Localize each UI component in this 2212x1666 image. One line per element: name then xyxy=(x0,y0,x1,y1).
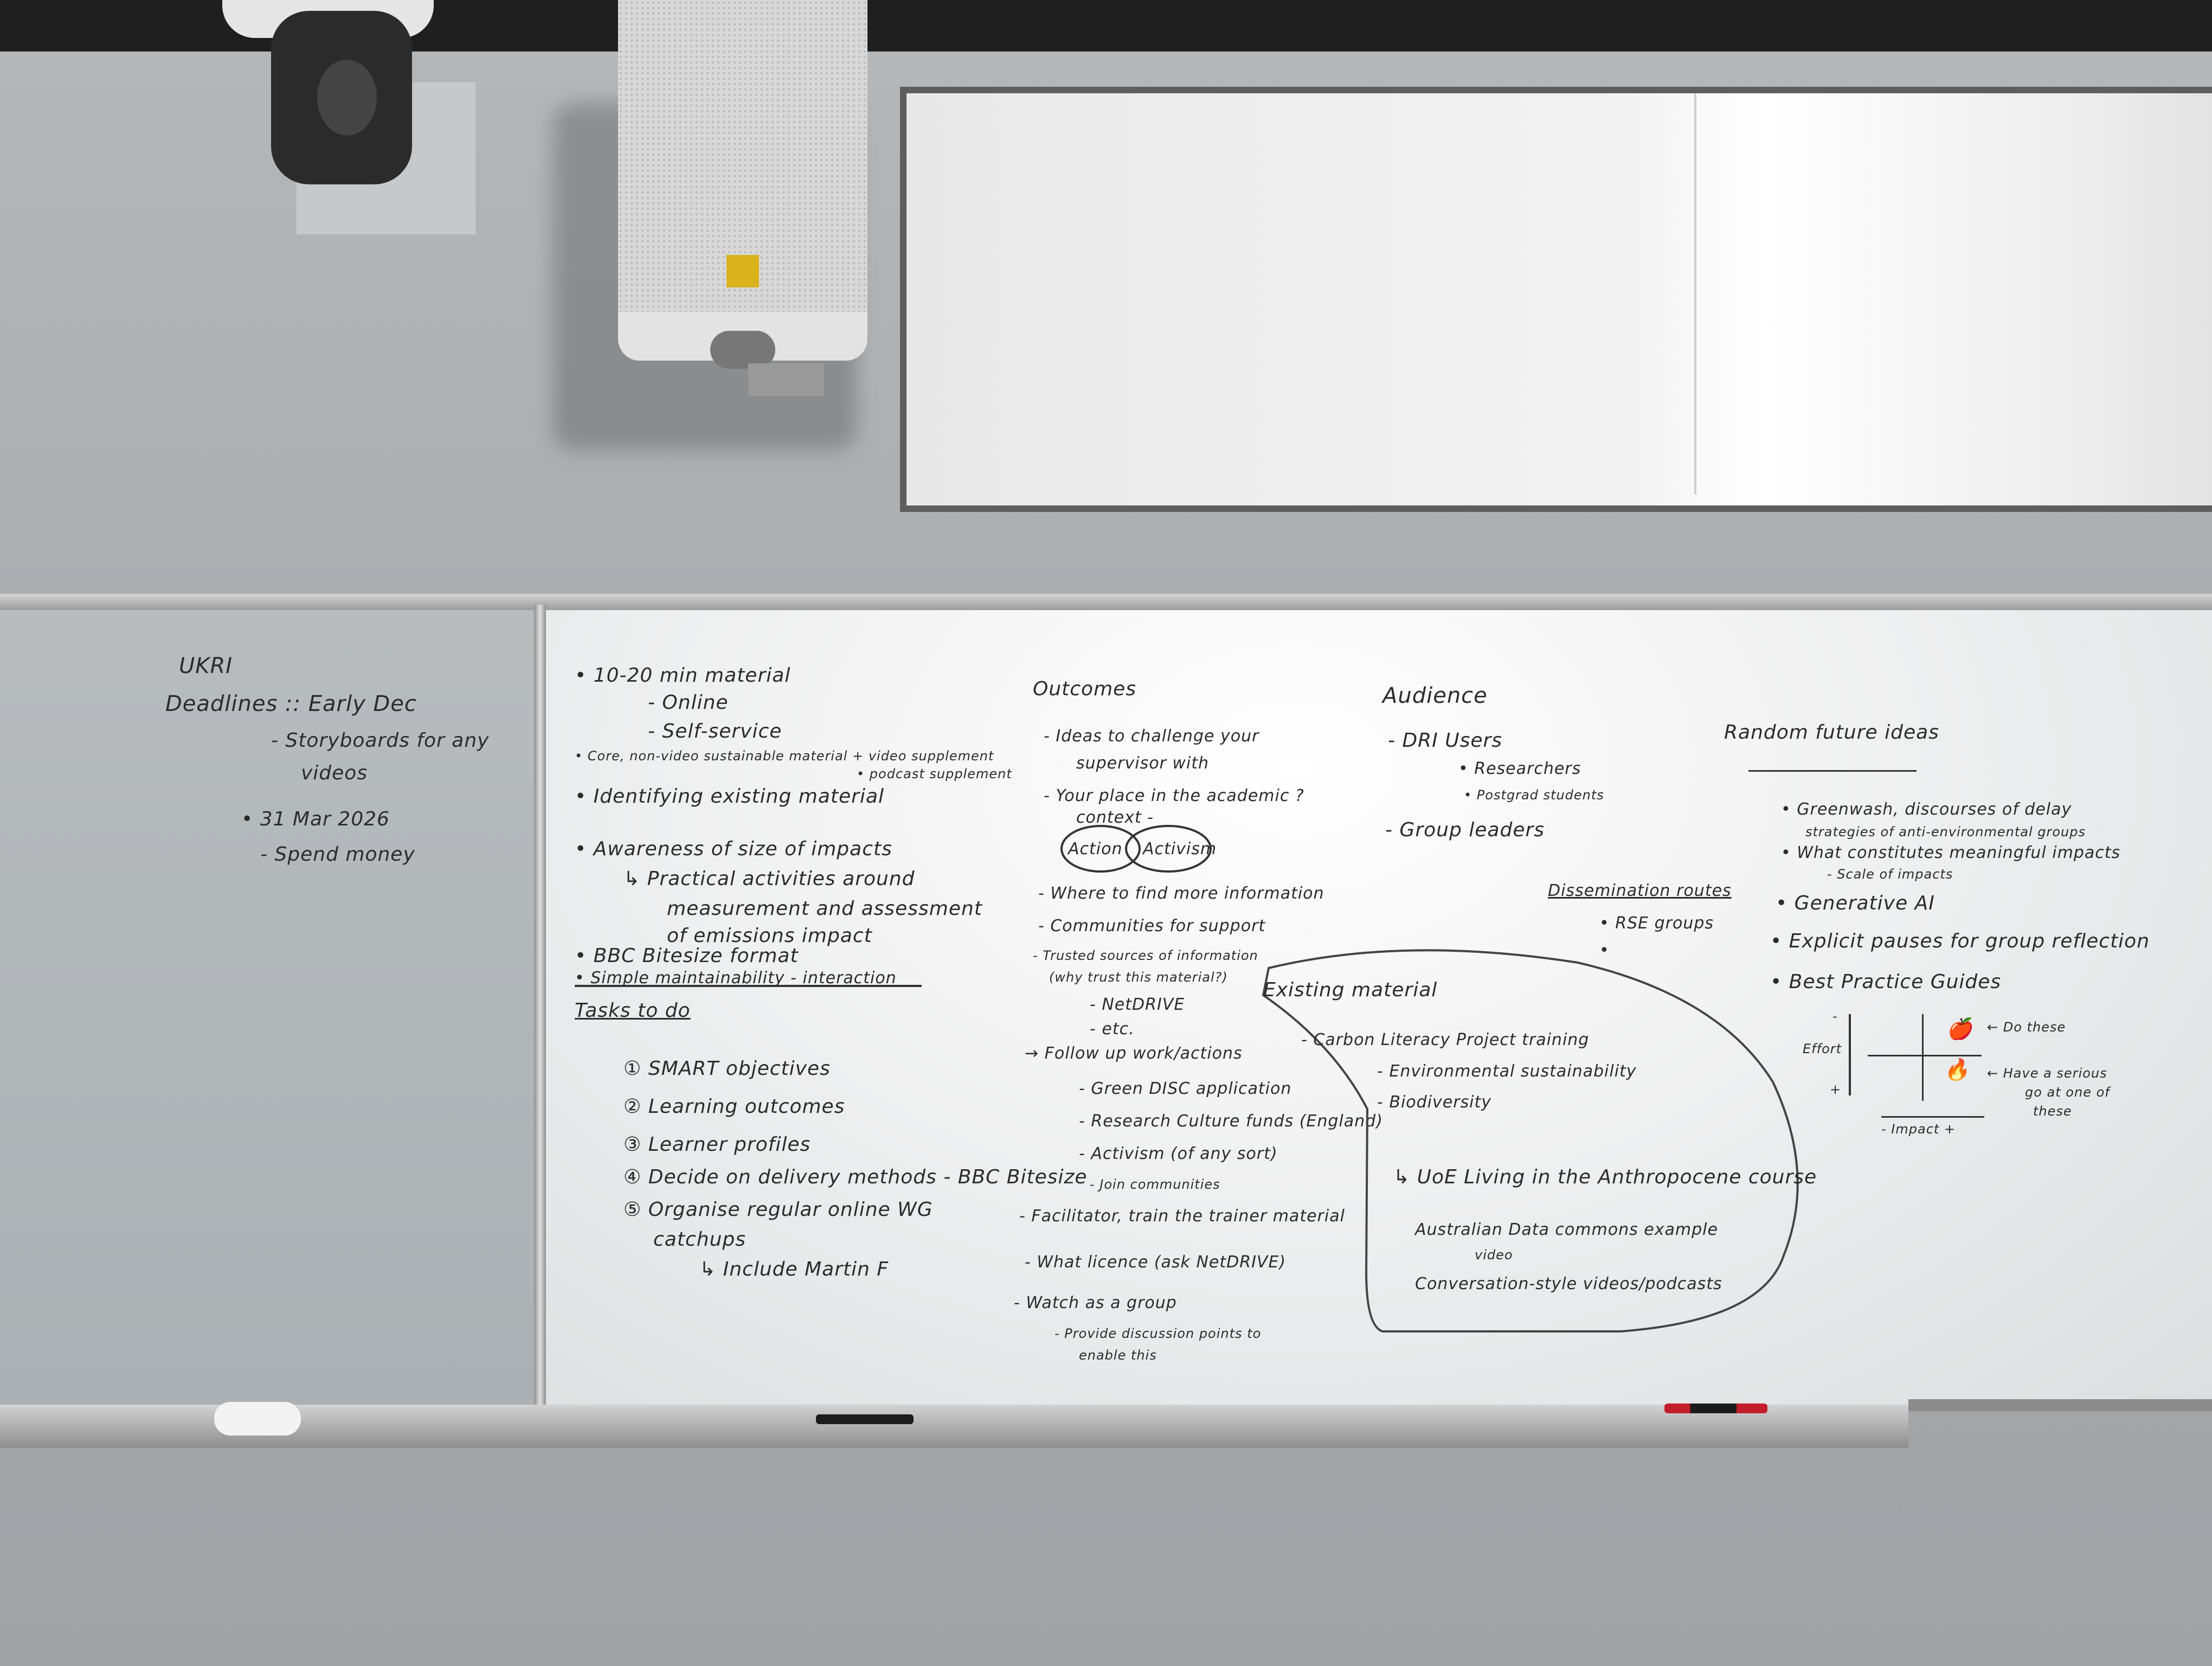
c2-activism: Activism xyxy=(1143,840,1217,858)
c4-these: these xyxy=(2033,1104,2072,1119)
c1-task-5b: catchups xyxy=(653,1228,747,1251)
c1-task-5c: ↳ Include Martin F xyxy=(699,1258,889,1280)
c3-uoe: ↳ UoE Living in the Anthropocene course xyxy=(1393,1166,1817,1188)
marker-tray-end xyxy=(1908,1399,2212,1411)
c3-environmental: - Environmental sustainability xyxy=(1377,1062,1637,1081)
c1-bbc: • BBC Bitesize format xyxy=(575,945,799,967)
c4-title: Random future ideas xyxy=(1724,721,1939,744)
matrix-vertical-axis xyxy=(1849,1014,1851,1095)
c4-meaningful: • What constitutes meaningful impacts xyxy=(1781,843,2121,862)
c1-podcast: • podcast supplement xyxy=(857,766,1012,781)
c2-item-12: → Follow up work/actions xyxy=(1025,1044,1243,1063)
c4-impact: - Impact + xyxy=(1881,1122,1956,1137)
left-spend: - Spend money xyxy=(260,843,415,866)
c1-task-4: ④ Decide on delivery methods - BBC Bites… xyxy=(623,1166,1088,1188)
c1-practical: ↳ Practical activities around xyxy=(623,868,915,890)
red-marker[interactable] xyxy=(1664,1404,1767,1413)
c3-group-leaders: - Group leaders xyxy=(1385,819,1545,841)
c3-video: video xyxy=(1475,1247,1513,1263)
c1-online: - Online xyxy=(648,691,729,714)
c1-measurement: measurement and assessment xyxy=(667,898,982,920)
classroom-wall-photo: UKRI Deadlines :: Early Dec - Storyboard… xyxy=(0,0,2212,1666)
c4-have-serious: ← Have a serious xyxy=(1987,1066,2107,1081)
c4-pauses: • Explicit pauses for group reflection xyxy=(1770,930,2150,952)
acoustic-panel xyxy=(900,87,2212,512)
c1-material: • 10-20 min material xyxy=(575,664,791,687)
c4-greenwash: • Greenwash, discourses of delay xyxy=(1781,800,2072,819)
c1-task-3: ③ Learner profiles xyxy=(623,1133,811,1156)
c2-action: Action xyxy=(1068,840,1123,858)
c2-item-0: - Ideas to challenge your xyxy=(1044,727,1259,746)
c1-task-1: ① SMART objectives xyxy=(623,1058,831,1080)
c2-item-2: - Your place in the academic ? xyxy=(1044,786,1304,805)
c3-conversation: Conversation-style videos/podcasts xyxy=(1415,1274,1722,1293)
c4-plus: + xyxy=(1830,1082,1842,1097)
c3-researchers: • Researchers xyxy=(1458,759,1581,778)
c3-postgrads: • Postgrad students xyxy=(1464,787,1604,803)
matrix-vertical-divider xyxy=(1922,1014,1924,1101)
c4-effort: Effort xyxy=(1803,1041,1842,1056)
c1-task-2: ② Learning outcomes xyxy=(623,1095,845,1118)
matrix-impact-axis xyxy=(1881,1116,1984,1118)
camera-lens xyxy=(317,60,377,136)
c2-item-20: - Provide discussion points to xyxy=(1054,1326,1262,1341)
whiteboard-top-rail xyxy=(0,594,2212,610)
left-deadlines: Deadlines :: Early Dec xyxy=(165,691,417,716)
c2-item-9: (why trust this material?) xyxy=(1049,970,1228,985)
c1-task-5: ⑤ Organise regular online WG xyxy=(623,1199,933,1221)
c3-title: Audience xyxy=(1382,683,1488,708)
left-ukri: UKRI xyxy=(179,653,233,678)
c2-item-7: - Communities for support xyxy=(1038,917,1266,935)
c4-guides: • Best Practice Guides xyxy=(1770,971,2002,993)
c4-title-underline xyxy=(1748,770,1917,772)
speaker-bracket xyxy=(748,363,824,396)
c2-item-11: - etc. xyxy=(1090,1020,1135,1039)
whiteboard-divider xyxy=(534,605,546,1405)
c2-item-16: - Join communities xyxy=(1090,1177,1220,1192)
c2-item-8: - Trusted sources of information xyxy=(1033,948,1258,963)
c1-core: • Core, non-video sustainable material +… xyxy=(575,748,994,764)
matrix-horizontal-divider xyxy=(1868,1055,1982,1056)
c1-tasks-title: Tasks to do xyxy=(575,999,691,1022)
c4-scale: - Scale of impacts xyxy=(1827,867,1953,882)
c2-item-10: - NetDRIVE xyxy=(1090,995,1185,1014)
c3-carbon: - Carbon Literacy Project training xyxy=(1301,1030,1590,1049)
c4-minus: - xyxy=(1832,1009,1838,1024)
c1-emissions: of emissions impact xyxy=(667,925,872,947)
c3-existing-title: Existing material xyxy=(1263,979,1438,1001)
c3-dissemination: Dissemination routes xyxy=(1548,881,1732,900)
c4-go-at: go at one of xyxy=(2025,1085,2110,1100)
c1-identifying: • Identifying existing material xyxy=(575,785,885,808)
c2-item-1: supervisor with xyxy=(1076,754,1210,773)
speaker-logo xyxy=(726,255,759,287)
c2-item-6: - Where to find more information xyxy=(1038,884,1324,903)
c4-strategies: strategies of anti-environmental groups xyxy=(1805,824,2086,840)
panel-seam xyxy=(1694,93,1696,495)
c1-self-service: - Self-service xyxy=(648,720,782,742)
c2-item-21: enable this xyxy=(1079,1348,1157,1363)
apple-icon: 🍎 xyxy=(1946,1017,1973,1041)
left-storyboards: - Storyboards for any xyxy=(271,729,490,752)
left-date: • 31 Mar 2026 xyxy=(241,808,390,830)
left-videos: videos xyxy=(301,762,368,784)
c1-separator-line xyxy=(575,985,922,987)
c4-genai: • Generative AI xyxy=(1776,892,1935,914)
c2-title: Outcomes xyxy=(1033,678,1137,700)
fire-icon: 🔥 xyxy=(1944,1058,1970,1081)
c2-item-19: - Watch as a group xyxy=(1014,1293,1177,1312)
c3-rse: • RSE groups xyxy=(1599,914,1714,933)
c4-do-these: ← Do these xyxy=(1987,1020,2066,1035)
black-marker[interactable] xyxy=(816,1414,914,1424)
c1-awareness: • Awareness of size of impacts xyxy=(575,838,892,860)
c3-dri: - DRI Users xyxy=(1388,729,1503,752)
c3-biodiversity: - Biodiversity xyxy=(1377,1093,1492,1112)
whiteboard-eraser[interactable] xyxy=(214,1402,301,1436)
c3-australia: Australian Data commons example xyxy=(1415,1220,1718,1239)
